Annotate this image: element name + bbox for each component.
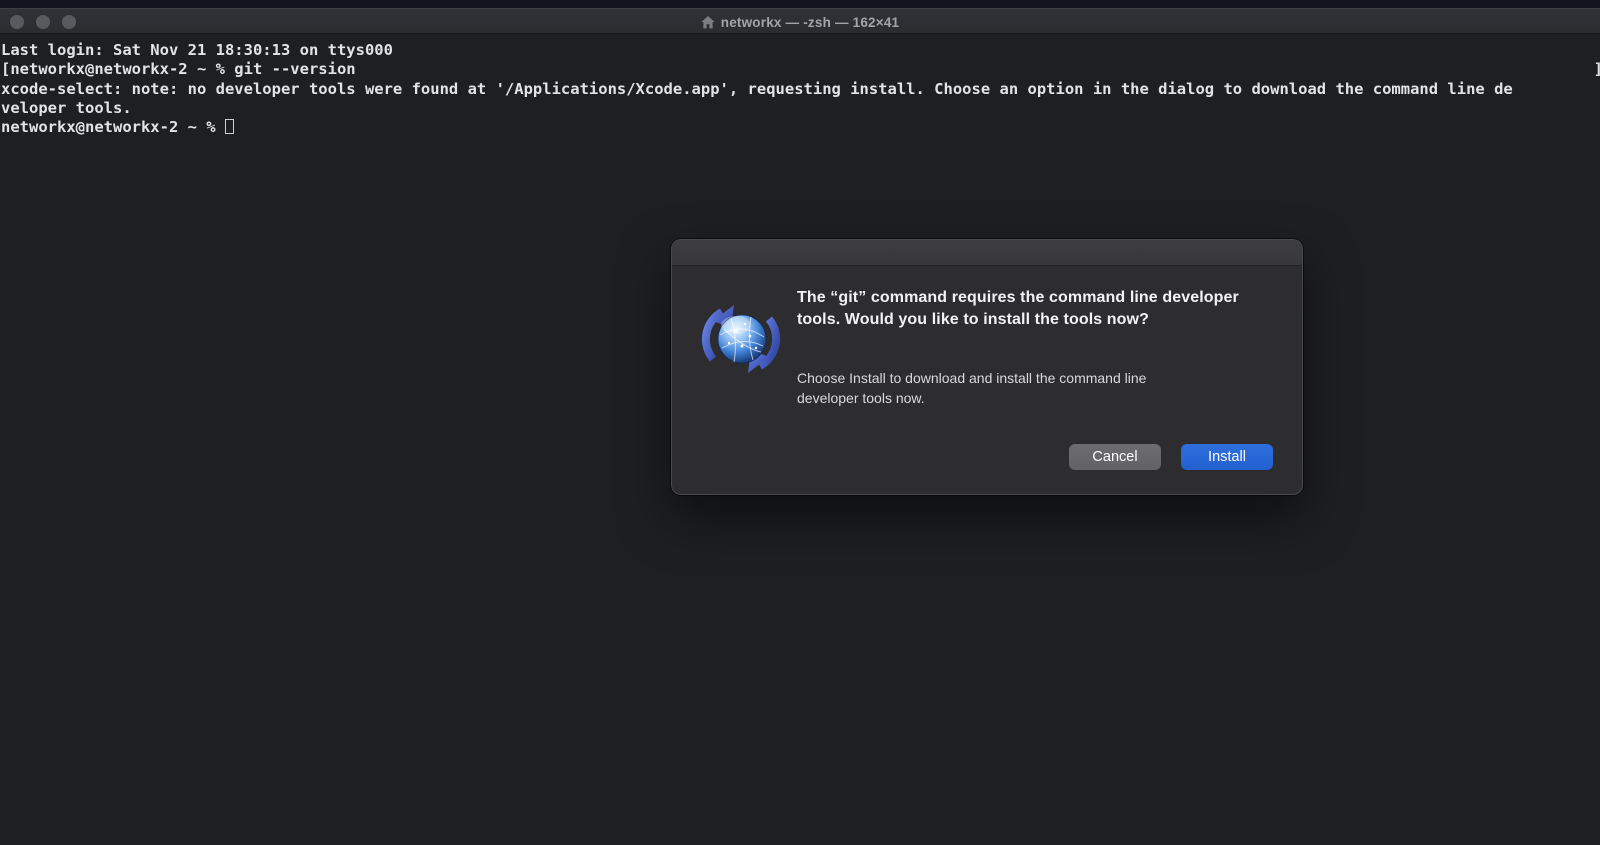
terminal-window: networkx — -zsh — 162×41 Last login: Sat… [0,8,1600,845]
wrap-marker: ] [1594,60,1600,79]
terminal-cursor [225,119,234,134]
dialog-titlebar[interactable] [672,240,1302,266]
terminal-line: Last login: Sat Nov 21 18:30:13 on ttys0… [1,41,1600,60]
terminal-line: [networkx@networkx-2 ~ % git --version] [1,60,1600,79]
install-button[interactable]: Install [1181,444,1273,470]
software-update-icon [698,296,784,382]
window-title: networkx — -zsh — 162×41 [721,15,900,30]
terminal-line: xcode-select: note: no developer tools w… [1,80,1600,99]
terminal-prompt: networkx@networkx-2 ~ % [1,118,216,136]
cancel-button[interactable]: Cancel [1069,444,1161,470]
dialog-title: The “git” command requires the command l… [797,287,1267,330]
desktop-background [0,0,1600,8]
home-folder-icon [701,16,715,29]
dialog-body-text: Choose Install to download and install t… [797,369,1197,408]
terminal-titlebar[interactable]: networkx — -zsh — 162×41 [0,8,1600,34]
install-developer-tools-dialog: The “git” command requires the command l… [671,239,1303,495]
terminal-line-text: [networkx@networkx-2 ~ % git --version [1,60,356,78]
terminal-prompt-row: networkx@networkx-2 ~ % [1,118,1600,137]
terminal-line: veloper tools. [1,99,1600,118]
window-title-area: networkx — -zsh — 162×41 [0,9,1600,35]
dialog-button-row: Cancel Install [1069,444,1273,470]
